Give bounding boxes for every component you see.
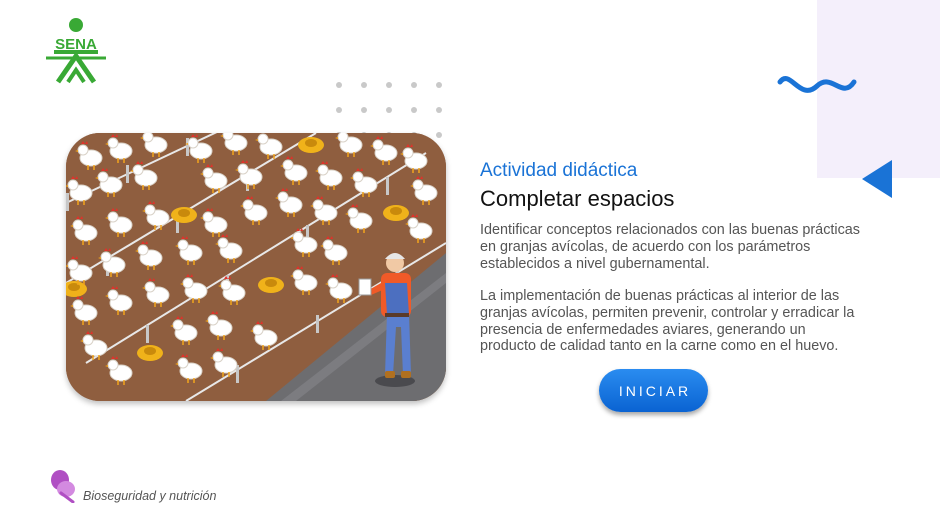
course-name: Bioseguridad y nutrición: [83, 489, 217, 503]
chickens-farm-illustration: [66, 133, 446, 401]
wave-decoration-icon: [777, 76, 857, 93]
sena-logo: SENA: [46, 18, 106, 84]
start-button[interactable]: INICIAR: [599, 369, 708, 412]
leaf-blob-icon: [51, 470, 75, 503]
dot-grid-decoration: [336, 82, 442, 138]
sena-logo-text: SENA: [55, 36, 97, 53]
description-paragraph: La implementación de buenas prácticas al…: [480, 288, 855, 355]
triangle-left-icon: [862, 160, 892, 198]
activity-title: Completar espacios: [480, 186, 675, 211]
activity-subtitle: Actividad didáctica: [480, 160, 638, 181]
objective-paragraph: Identificar conceptos relacionados con l…: [480, 222, 860, 272]
